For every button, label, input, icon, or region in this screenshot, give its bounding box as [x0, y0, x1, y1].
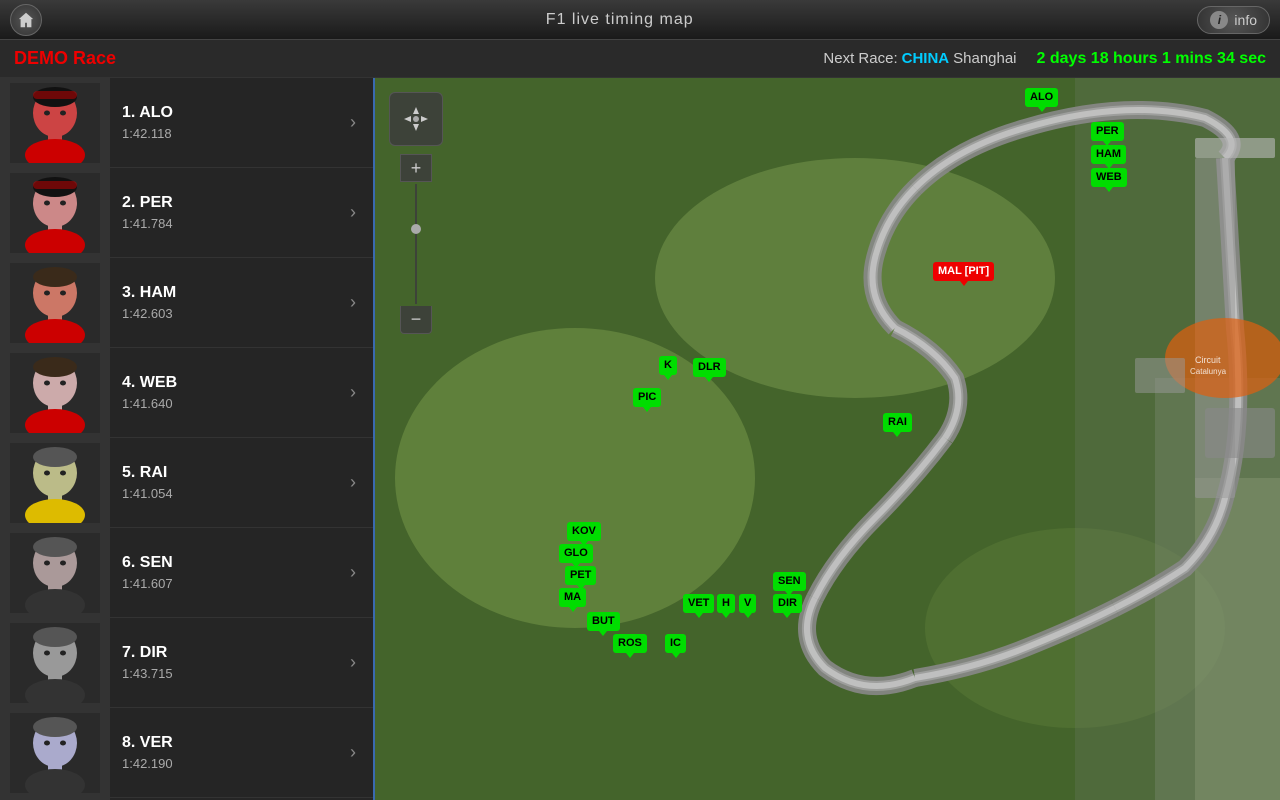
map-marker[interactable]: KOV [567, 522, 601, 541]
info-icon: i [1210, 11, 1228, 29]
top-bar: F1 live timing map i info [0, 0, 1280, 40]
info-button[interactable]: i info [1197, 6, 1270, 34]
driver-arrow: › [333, 472, 373, 493]
driver-row[interactable]: 5. RAI 1:41.054 › [0, 438, 373, 528]
driver-row[interactable]: 4. WEB 1:41.640 › [0, 348, 373, 438]
map-marker[interactable]: BUT [587, 612, 620, 631]
driver-avatar [0, 438, 110, 528]
driver-time: 1:42.190 [122, 756, 333, 771]
next-race-city: Shanghai [953, 50, 1016, 67]
driver-avatar [0, 78, 110, 168]
driver-info: 6. SEN 1:41.607 [110, 554, 333, 591]
map-marker[interactable]: PIC [633, 388, 661, 407]
driver-row[interactable]: 3. HAM 1:42.603 › [0, 258, 373, 348]
driver-list-panel: 1. ALO 1:42.118 › 2. [0, 78, 375, 800]
map-controls: + − [389, 92, 443, 334]
map-background: Circuit Catalunya [375, 78, 1280, 800]
driver-info: 8. VER 1:42.190 [110, 734, 333, 771]
home-button[interactable] [10, 4, 42, 36]
driver-arrow: › [333, 202, 373, 223]
driver-arrow: › [333, 562, 373, 583]
next-race-container: Next Race: CHINA Shanghai 2 days 18 hour… [823, 50, 1266, 68]
subheader-bar: DEMO Race Next Race: CHINA Shanghai 2 da… [0, 40, 1280, 78]
map-marker[interactable]: DIR [773, 594, 802, 613]
driver-arrow: › [333, 652, 373, 673]
driver-name: 6. SEN [122, 554, 333, 572]
next-race-label: Next Race: [823, 50, 897, 67]
map-marker[interactable]: H [717, 594, 735, 613]
map-marker[interactable]: HAM [1091, 145, 1126, 164]
driver-name: 7. DIR [122, 644, 333, 662]
driver-avatar [0, 348, 110, 438]
driver-row[interactable]: 6. SEN 1:41.607 › [0, 528, 373, 618]
driver-name: 1. ALO [122, 104, 333, 122]
driver-info: 1. ALO 1:42.118 [110, 104, 333, 141]
map-marker[interactable]: ROS [613, 634, 647, 653]
driver-arrow: › [333, 382, 373, 403]
map-marker[interactable]: ALO [1025, 88, 1058, 107]
driver-arrow: › [333, 112, 373, 133]
next-race-country: CHINA [902, 50, 950, 67]
app-title: F1 live timing map [546, 11, 694, 29]
map-marker[interactable]: GLO [559, 544, 593, 563]
driver-info: 2. PER 1:41.784 [110, 194, 333, 231]
countdown-timer: 2 days 18 hours 1 mins 34 sec [1037, 50, 1266, 68]
driver-time: 1:41.784 [122, 216, 333, 231]
map-marker[interactable]: WEB [1091, 168, 1127, 187]
driver-time: 1:42.118 [122, 126, 333, 141]
driver-name: 3. HAM [122, 284, 333, 302]
map-marker[interactable]: IC [665, 634, 686, 653]
map-marker[interactable]: V [739, 594, 756, 613]
map-marker[interactable]: RAI [883, 413, 912, 432]
zoom-out-button[interactable]: − [400, 306, 432, 334]
svg-text:Circuit: Circuit [1195, 355, 1221, 365]
driver-row[interactable]: 7. DIR 1:43.715 › [0, 618, 373, 708]
driver-time: 1:43.715 [122, 666, 333, 681]
map-marker[interactable]: MAL [PIT] [933, 262, 994, 281]
map-marker[interactable]: VET [683, 594, 714, 613]
zoom-in-button[interactable]: + [400, 154, 432, 182]
driver-info: 7. DIR 1:43.715 [110, 644, 333, 681]
driver-time: 1:41.607 [122, 576, 333, 591]
driver-time: 1:42.603 [122, 306, 333, 321]
map-marker[interactable]: PER [1091, 122, 1124, 141]
map-marker[interactable]: PET [565, 566, 596, 585]
driver-arrow: › [333, 292, 373, 313]
map-marker[interactable]: K [659, 356, 677, 375]
info-label: info [1234, 12, 1257, 28]
driver-info: 3. HAM 1:42.603 [110, 284, 333, 321]
driver-info: 4. WEB 1:41.640 [110, 374, 333, 411]
driver-time: 1:41.054 [122, 486, 333, 501]
driver-row[interactable]: 8. VER 1:42.190 › [0, 708, 373, 798]
map-marker[interactable]: MA [559, 588, 586, 607]
driver-avatar [0, 258, 110, 348]
driver-name: 2. PER [122, 194, 333, 212]
driver-arrow: › [333, 742, 373, 763]
zoom-thumb [411, 224, 421, 234]
driver-name: 4. WEB [122, 374, 333, 392]
driver-avatar [0, 618, 110, 708]
driver-name: 8. VER [122, 734, 333, 752]
main-content: 1. ALO 1:42.118 › 2. [0, 78, 1280, 800]
svg-text:Catalunya: Catalunya [1190, 367, 1227, 376]
zoom-track [415, 184, 417, 304]
navigation-pad[interactable] [389, 92, 443, 146]
driver-time: 1:41.640 [122, 396, 333, 411]
driver-name: 5. RAI [122, 464, 333, 482]
driver-avatar [0, 708, 110, 798]
driver-row[interactable]: 2. PER 1:41.784 › [0, 168, 373, 258]
driver-row[interactable]: 1. ALO 1:42.118 › [0, 78, 373, 168]
demo-race-label: DEMO Race [14, 48, 116, 69]
map-area[interactable]: Circuit Catalunya + − [375, 78, 1280, 800]
map-marker[interactable]: SEN [773, 572, 806, 591]
map-marker[interactable]: DLR [693, 358, 726, 377]
driver-avatar [0, 528, 110, 618]
driver-info: 5. RAI 1:41.054 [110, 464, 333, 501]
driver-avatar [0, 168, 110, 258]
